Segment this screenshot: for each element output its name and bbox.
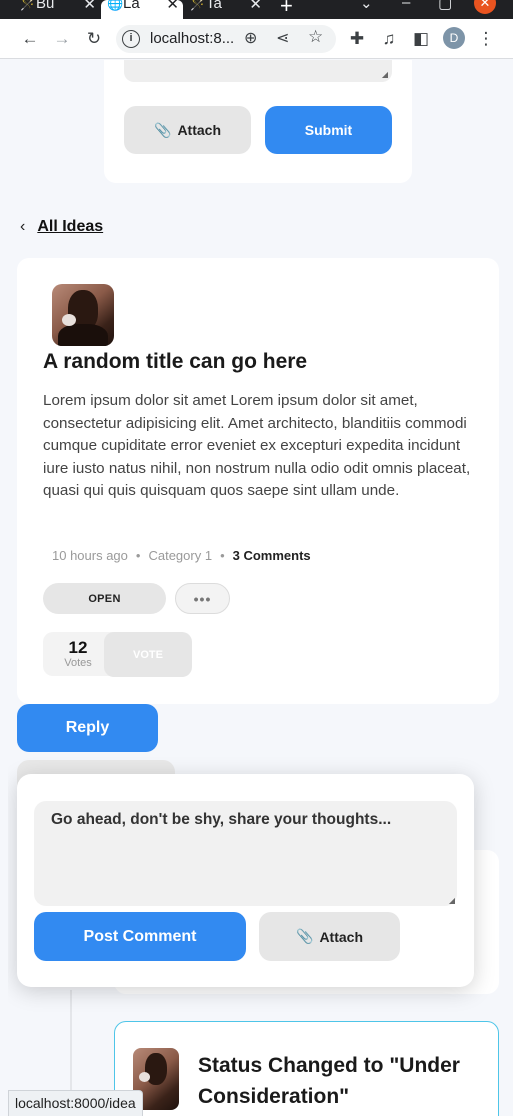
window-close-icon[interactable]: ✕ <box>474 0 496 14</box>
description-textarea[interactable]: ◢ <box>124 60 392 82</box>
wand-icon: 🪄 <box>190 0 207 11</box>
extensions-icon[interactable]: ✚ <box>345 27 369 51</box>
browser-tab-strip: 🪄 Bu ✕ 🌐 La ✕ 🪄 Ta ✕ + ⌄ – ▢ ✕ <box>0 0 513 19</box>
status-change-title: Status Changed to "Under Consideration" <box>198 1054 460 1108</box>
paperclip-icon: 📎 <box>296 928 314 944</box>
close-icon[interactable]: ✕ <box>249 0 262 13</box>
menu-kebab-icon[interactable]: ⋮ <box>474 27 498 51</box>
maximize-icon[interactable]: ▢ <box>438 0 452 12</box>
page-content: ◢ 📎 Attach Submit ‹ All Ideas A random t… <box>8 60 513 1116</box>
votes-label: Votes <box>64 657 92 669</box>
forward-arrow-icon[interactable]: → <box>50 27 74 51</box>
comment-textarea[interactable]: Go ahead, don't be shy, share your thoug… <box>34 801 457 906</box>
new-idea-form: ◢ 📎 Attach Submit <box>104 60 412 183</box>
idea-time: 10 hours ago <box>52 548 128 563</box>
idea-title: A random title can go here <box>43 350 308 373</box>
submit-button[interactable]: Submit <box>265 106 392 154</box>
chevron-left-icon: ‹ <box>20 218 26 235</box>
chevron-down-icon[interactable]: ⌄ <box>360 0 373 12</box>
back-arrow-icon[interactable]: ← <box>18 27 42 51</box>
browser-tab-1[interactable]: 🪄 Bu ✕ <box>14 0 100 19</box>
post-comment-button[interactable]: Post Comment <box>34 912 246 961</box>
tab-label: Bu <box>36 0 55 12</box>
reply-popup: Go ahead, don't be shy, share your thoug… <box>17 774 474 987</box>
resize-handle-icon[interactable]: ◢ <box>449 896 455 905</box>
tab-label: Ta <box>206 0 222 12</box>
close-icon[interactable]: ✕ <box>166 0 179 13</box>
address-bar[interactable]: i localhost:8... ⊕ ⋖ ☆ <box>116 25 336 53</box>
zoom-icon[interactable]: ⊕ <box>244 28 257 48</box>
comments-count: 3 Comments <box>232 548 311 563</box>
media-controls-icon[interactable]: ♫ <box>377 27 401 51</box>
attach-label: Attach <box>319 928 363 945</box>
globe-icon: 🌐 <box>107 0 124 11</box>
link-preview-status: localhost:8000/idea <box>8 1090 143 1116</box>
tab-label: La <box>123 0 140 12</box>
site-info-icon[interactable]: i <box>122 30 140 48</box>
vote-button[interactable]: VOTE <box>104 632 192 677</box>
browser-tab-3[interactable]: 🪄 Ta ✕ <box>184 0 266 19</box>
status-badge: OPEN <box>43 583 166 614</box>
close-icon[interactable]: ✕ <box>83 0 96 13</box>
resize-handle-icon[interactable]: ◢ <box>382 70 388 79</box>
more-options-button[interactable]: ••• <box>175 583 230 614</box>
all-ideas-link[interactable]: All Ideas <box>37 218 103 236</box>
idea-description: Lorem ipsum dolor sit amet Lorem ipsum d… <box>43 392 471 499</box>
idea-card: A random title can go here Lorem ipsum d… <box>17 258 499 704</box>
wand-icon: 🪄 <box>20 0 37 11</box>
status-change-comment: Status Changed to "Under Consideration" <box>114 1021 499 1116</box>
reload-icon[interactable]: ↻ <box>82 27 106 51</box>
votes-count: 12 <box>68 638 88 657</box>
bookmark-star-icon[interactable]: ☆ <box>308 27 323 47</box>
idea-category: Category 1 <box>148 548 213 563</box>
attach-label: Attach <box>177 122 221 138</box>
browser-tab-2[interactable]: 🌐 La ✕ <box>101 0 183 19</box>
avatar[interactable] <box>52 284 114 346</box>
profile-avatar[interactable]: D <box>443 27 465 49</box>
attach-button[interactable]: 📎 Attach <box>124 106 251 154</box>
minimize-icon[interactable]: – <box>402 0 410 11</box>
url-text[interactable]: localhost:8... <box>150 30 234 47</box>
new-tab-icon[interactable]: + <box>280 0 293 19</box>
idea-meta: 10 hours ago • Category 1 • 3 Comments <box>52 548 311 563</box>
side-panel-icon[interactable]: ◧ <box>409 27 433 51</box>
back-link[interactable]: ‹ All Ideas <box>20 218 103 236</box>
attach-button[interactable]: 📎 Attach <box>259 912 400 961</box>
reply-button[interactable]: Reply <box>17 704 158 752</box>
paperclip-icon: 📎 <box>154 121 172 138</box>
votes-counter: 12 Votes <box>43 632 113 676</box>
browser-toolbar: ← → ↻ i localhost:8... ⊕ ⋖ ☆ ✚ ♫ ◧ D ⋮ <box>0 19 513 59</box>
share-icon[interactable]: ⋖ <box>276 28 289 48</box>
comment-placeholder: Go ahead, don't be shy, share your thoug… <box>51 811 392 828</box>
